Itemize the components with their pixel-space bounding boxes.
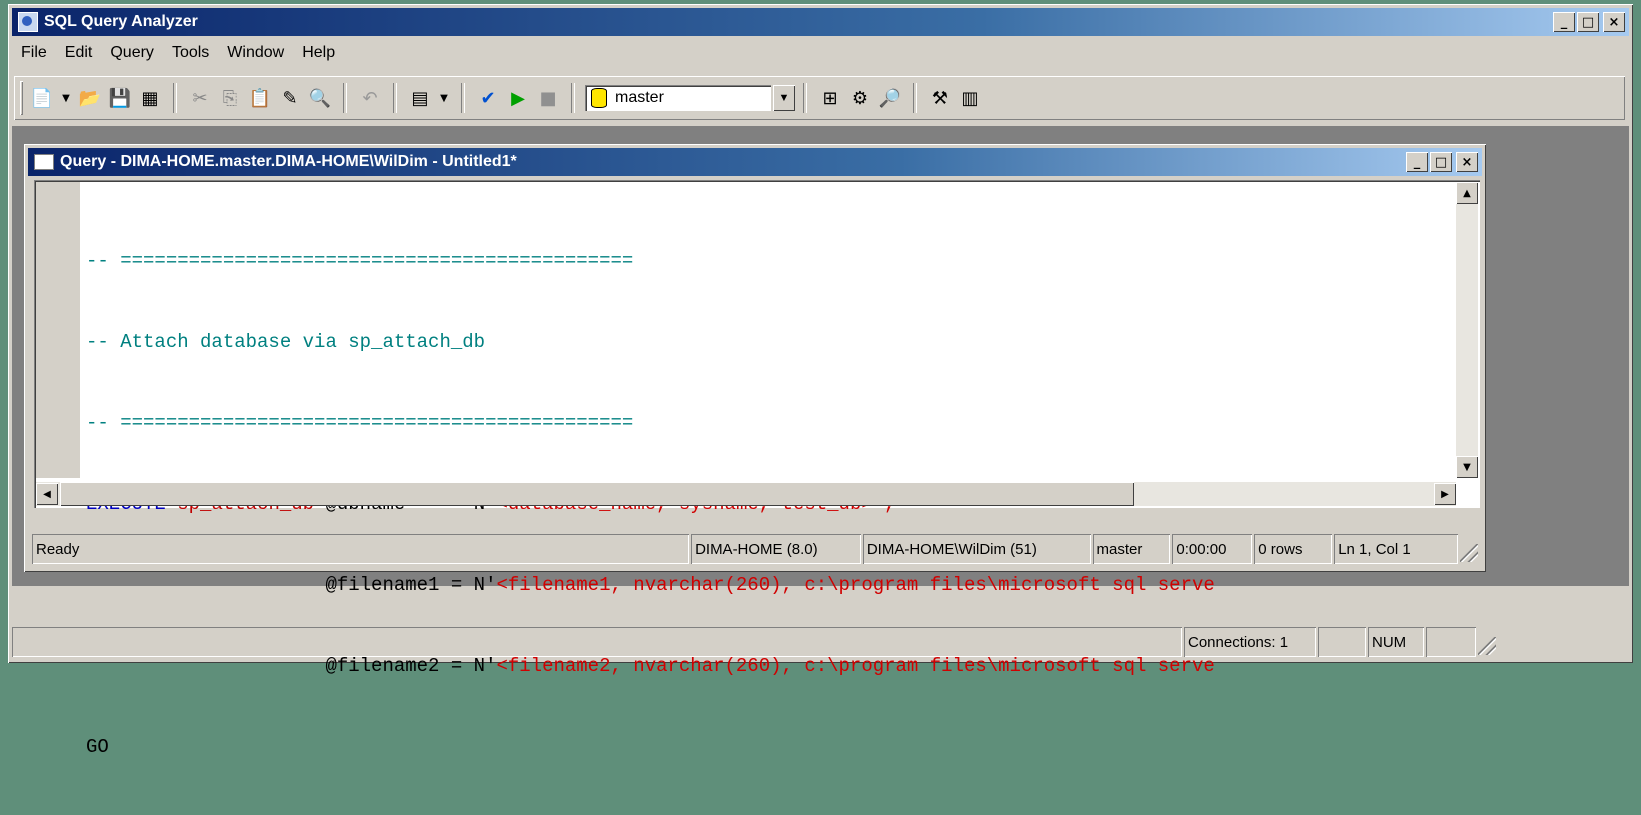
toolbar-grip[interactable] bbox=[20, 81, 23, 115]
database-icon bbox=[591, 88, 607, 108]
app-titlebar[interactable]: SQL Query Analyzer _ □ × bbox=[12, 8, 1629, 36]
status-connections: Connections: 1 bbox=[1184, 627, 1316, 657]
status-time: 0:00:00 bbox=[1172, 534, 1252, 564]
separator bbox=[913, 83, 917, 113]
status-empty bbox=[12, 627, 1182, 657]
database-dropdown-button[interactable]: ▼ bbox=[773, 85, 795, 111]
query-window: Query - DIMA-HOME.master.DIMA-HOME\WilDi… bbox=[24, 144, 1486, 758]
code-line: -- =====================================… bbox=[86, 412, 634, 434]
resize-grip-icon[interactable] bbox=[1460, 544, 1478, 562]
toolbar: 📄 ▼ 📂 💾 ▦ ✂ ⎘ 📋 ✎ 🔍 ↶ ▤ ▼ ✔ ▶ ■ master ▼… bbox=[14, 76, 1625, 120]
query-status-bar: Ready DIMA-HOME (8.0) DIMA-HOME\WilDim (… bbox=[32, 534, 1478, 564]
separator bbox=[571, 83, 575, 113]
new-query-icon[interactable]: 📄 bbox=[29, 84, 55, 112]
code-line: -- =====================================… bbox=[86, 250, 634, 272]
app-window: SQL Query Analyzer _ □ × File Edit Query… bbox=[8, 4, 1633, 758]
scroll-up-icon[interactable]: ▲ bbox=[1456, 182, 1478, 204]
query-window-icon bbox=[34, 154, 54, 170]
query-window-titlebar[interactable]: Query - DIMA-HOME.master.DIMA-HOME\WilDi… bbox=[28, 148, 1482, 176]
dropdown-arrow-icon[interactable]: ▼ bbox=[437, 84, 451, 112]
query-minimize-button[interactable]: _ bbox=[1406, 152, 1428, 172]
scroll-down-icon[interactable]: ▼ bbox=[1456, 456, 1478, 478]
menu-bar: File Edit Query Tools Window Help bbox=[12, 40, 344, 66]
undo-icon[interactable]: ↶ bbox=[357, 84, 383, 112]
vertical-scrollbar[interactable]: ▲ ▼ bbox=[1456, 182, 1478, 478]
menu-edit[interactable]: Edit bbox=[56, 44, 102, 62]
separator bbox=[803, 83, 807, 113]
open-icon[interactable]: 📂 bbox=[77, 84, 103, 112]
code-line: @filename1 = N'<filename1, nvarchar(260)… bbox=[86, 574, 1215, 596]
object-search-icon[interactable]: ⚙ bbox=[847, 84, 873, 112]
status-user: DIMA-HOME\WilDim (51) bbox=[863, 534, 1091, 564]
status-server: DIMA-HOME (8.0) bbox=[691, 534, 861, 564]
separator bbox=[343, 83, 347, 113]
editor-gutter bbox=[36, 182, 80, 478]
mdi-area: Query - DIMA-HOME.master.DIMA-HOME\WilDi… bbox=[12, 126, 1629, 758]
database-select[interactable]: master ▼ bbox=[585, 84, 795, 112]
edit-icon[interactable]: ✎ bbox=[277, 84, 303, 112]
status-database: master bbox=[1093, 534, 1171, 564]
close-button[interactable]: × bbox=[1603, 12, 1625, 32]
horizontal-scrollbar[interactable]: ◀ ▶ bbox=[36, 482, 1456, 506]
status-rows: 0 rows bbox=[1254, 534, 1332, 564]
code-line: GO bbox=[86, 736, 109, 758]
parse-check-icon[interactable]: ✔ bbox=[475, 84, 501, 112]
dropdown-arrow-icon[interactable]: ▼ bbox=[59, 84, 73, 112]
save-icon[interactable]: 💾 bbox=[107, 84, 133, 112]
menu-query[interactable]: Query bbox=[101, 44, 163, 62]
properties-icon[interactable]: ⚒ bbox=[927, 84, 953, 112]
load-script-icon[interactable]: ▦ bbox=[137, 84, 163, 112]
query-analyzer-icon bbox=[18, 12, 38, 32]
paste-icon[interactable]: 📋 bbox=[247, 84, 273, 112]
query-window-title: Query - DIMA-HOME.master.DIMA-HOME\WilDi… bbox=[60, 153, 517, 170]
cut-icon[interactable]: ✂ bbox=[187, 84, 213, 112]
query-close-button[interactable]: × bbox=[1456, 152, 1478, 172]
database-combo[interactable]: master bbox=[585, 85, 771, 111]
status-num: NUM bbox=[1368, 627, 1424, 657]
find-icon[interactable]: 🔍 bbox=[307, 84, 333, 112]
maximize-button[interactable]: □ bbox=[1577, 12, 1599, 32]
minimize-button[interactable]: _ bbox=[1553, 12, 1575, 32]
status-state: Ready bbox=[32, 534, 689, 564]
results-grid-icon[interactable]: ▤ bbox=[407, 84, 433, 112]
execute-icon[interactable]: ▶ bbox=[505, 84, 531, 112]
query-editor[interactable]: -- =====================================… bbox=[34, 180, 1480, 758]
horizontal-scroll-thumb[interactable] bbox=[60, 482, 1134, 506]
separator bbox=[461, 83, 465, 113]
code-line: -- Attach database via sp_attach_db bbox=[86, 331, 486, 353]
app-title: SQL Query Analyzer bbox=[44, 13, 198, 30]
scroll-right-icon[interactable]: ▶ bbox=[1434, 483, 1456, 505]
separator bbox=[393, 83, 397, 113]
menu-window[interactable]: Window bbox=[218, 44, 293, 62]
copy-icon[interactable]: ⎘ bbox=[217, 84, 243, 112]
status-scroll bbox=[1426, 627, 1476, 657]
table-icon[interactable]: ▥ bbox=[957, 84, 983, 112]
resize-grip-icon[interactable] bbox=[1478, 637, 1496, 655]
menu-help[interactable]: Help bbox=[293, 44, 344, 62]
status-caps bbox=[1318, 627, 1366, 657]
query-maximize-button[interactable]: □ bbox=[1430, 152, 1452, 172]
cancel-icon[interactable]: ■ bbox=[535, 84, 561, 112]
app-status-bar: Connections: 1 NUM bbox=[12, 627, 1629, 659]
search-icon[interactable]: 🔎 bbox=[877, 84, 903, 112]
database-value: master bbox=[615, 89, 664, 106]
status-position: Ln 1, Col 1 bbox=[1334, 534, 1458, 564]
separator bbox=[173, 83, 177, 113]
menu-tools[interactable]: Tools bbox=[163, 44, 218, 62]
scroll-left-icon[interactable]: ◀ bbox=[36, 483, 58, 505]
menu-file[interactable]: File bbox=[12, 44, 56, 62]
object-browser-icon[interactable]: ⊞ bbox=[817, 84, 843, 112]
